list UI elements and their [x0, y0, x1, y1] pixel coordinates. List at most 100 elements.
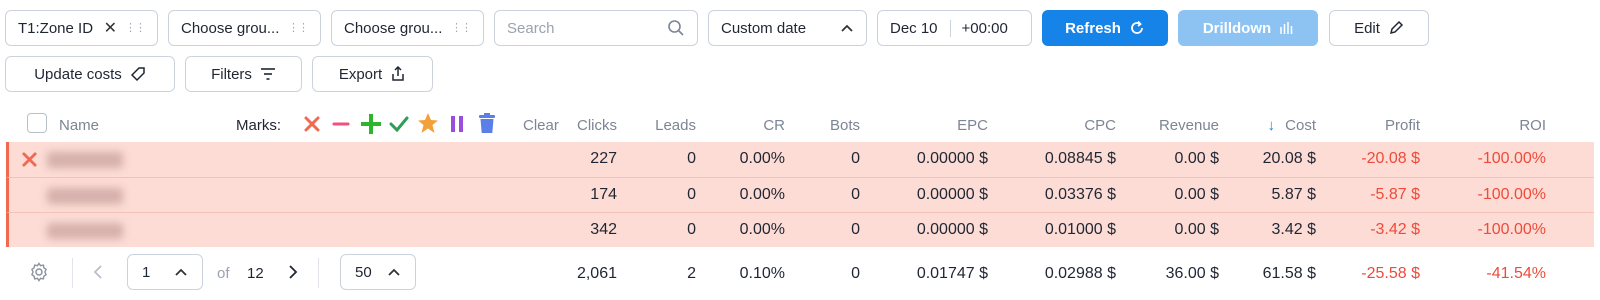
- filters-label: Filters: [211, 65, 252, 83]
- total-bots: 0: [851, 265, 860, 282]
- chevron-right-icon[interactable]: [287, 265, 299, 279]
- timezone-value[interactable]: +00:00: [951, 20, 1019, 37]
- mark-minus-icon[interactable]: [332, 115, 350, 133]
- page-number-value: 1: [142, 263, 151, 281]
- cell-leads: 0: [687, 150, 696, 167]
- group-selector-3-label: Choose grou...: [344, 19, 443, 37]
- cell-leads: 0: [687, 186, 696, 203]
- export-button[interactable]: Export: [312, 56, 433, 92]
- bar-chart-icon: [1280, 22, 1293, 34]
- col-leads[interactable]: Leads: [655, 117, 696, 134]
- group-selector-2[interactable]: Choose grou... ⋮⋮: [168, 10, 321, 46]
- cell-cr: 0.00%: [739, 186, 785, 203]
- marks-label: Marks:: [236, 117, 281, 134]
- update-costs-label: Update costs: [34, 65, 122, 83]
- drag-handle-icon[interactable]: ⋮⋮: [288, 23, 309, 34]
- gear-icon[interactable]: [29, 262, 49, 282]
- chevron-up-icon[interactable]: [174, 267, 188, 277]
- col-cr[interactable]: CR: [763, 117, 785, 134]
- page-number-input[interactable]: 1: [127, 254, 203, 290]
- refresh-icon: [1131, 20, 1143, 34]
- table-row[interactable]: 174 0 0.00% 0 0.00000 $ 0.03376 $ 0.00 $…: [6, 177, 1594, 212]
- total-revenue: 36.00 $: [1165, 265, 1219, 282]
- filter-icon: [260, 68, 275, 80]
- col-epc[interactable]: EPC: [957, 117, 988, 134]
- mark-x-icon[interactable]: [21, 151, 38, 168]
- group-selector-1[interactable]: T1:Zone ID ✕ ⋮⋮: [5, 10, 158, 46]
- refresh-button[interactable]: Refresh: [1042, 10, 1168, 46]
- cell-cpc: 0.08845 $: [1044, 150, 1116, 167]
- cell-revenue: 0.00 $: [1174, 221, 1219, 238]
- chevron-up-icon: [841, 24, 853, 32]
- mark-trash-icon[interactable]: [477, 112, 497, 134]
- col-name[interactable]: Name: [59, 117, 99, 134]
- col-cpc[interactable]: CPC: [1084, 117, 1116, 134]
- cell-epc: 0.00000 $: [916, 221, 988, 238]
- total-cr: 0.10%: [739, 265, 785, 282]
- col-bots[interactable]: Bots: [830, 117, 860, 134]
- rows-per-page-select[interactable]: 50: [340, 254, 416, 290]
- group-selector-3[interactable]: Choose grou... ⋮⋮: [331, 10, 484, 46]
- chevron-left-icon[interactable]: [92, 265, 104, 279]
- table-row[interactable]: 227 0 0.00% 0 0.00000 $ 0.08845 $ 0.00 $…: [6, 142, 1594, 177]
- cell-epc: 0.00000 $: [916, 186, 988, 203]
- share-icon: [392, 66, 404, 81]
- group-selector-1-label: T1:Zone ID: [18, 19, 94, 37]
- zone-id-redacted: [47, 188, 123, 204]
- total-cpc: 0.02988 $: [1044, 265, 1116, 282]
- tag-icon: [130, 67, 145, 82]
- cell-revenue: 0.00 $: [1174, 150, 1219, 167]
- table-row[interactable]: 342 0 0.00% 0 0.00000 $ 0.01000 $ 0.00 $…: [6, 212, 1594, 247]
- col-revenue[interactable]: Revenue: [1159, 117, 1219, 134]
- col-roi[interactable]: ROI: [1519, 117, 1546, 134]
- total-cost: 61.58 $: [1262, 265, 1316, 282]
- mark-x-icon[interactable]: [303, 115, 321, 133]
- group-selector-2-label: Choose grou...: [181, 19, 280, 37]
- filters-button[interactable]: Filters: [185, 56, 302, 92]
- drilldown-button[interactable]: Drilldown: [1178, 10, 1318, 46]
- chevron-up-icon[interactable]: [387, 267, 401, 277]
- cell-profit: -3.42 $: [1370, 221, 1420, 238]
- cell-cr: 0.00%: [739, 150, 785, 167]
- col-clicks[interactable]: Clicks: [577, 117, 617, 134]
- cell-cost: 5.87 $: [1271, 186, 1316, 203]
- cell-roi: -100.00%: [1477, 186, 1547, 203]
- zone-id-redacted: [47, 152, 123, 168]
- date-range-label: Custom date: [721, 19, 807, 37]
- cell-bots: 0: [851, 221, 860, 238]
- cell-cost: 3.42 $: [1271, 221, 1316, 238]
- date-picker[interactable]: Dec 10 +00:00: [877, 10, 1032, 46]
- drag-handle-icon[interactable]: ⋮⋮: [451, 23, 472, 34]
- cell-cr: 0.00%: [739, 221, 785, 238]
- mark-plus-icon[interactable]: [360, 113, 382, 135]
- mark-check-icon[interactable]: [389, 114, 409, 134]
- drilldown-label: Drilldown: [1202, 19, 1272, 37]
- total-leads: 2: [687, 265, 696, 282]
- cell-cpc: 0.01000 $: [1044, 221, 1116, 238]
- table-header: Name Marks: Clear Clicks Leads CR Bots E…: [0, 108, 1600, 142]
- cell-roi: -100.00%: [1477, 221, 1547, 238]
- cell-revenue: 0.00 $: [1174, 186, 1219, 203]
- pencil-icon: [1389, 20, 1403, 35]
- col-cost[interactable]: Cost: [1285, 117, 1316, 134]
- search-placeholder: Search: [507, 19, 555, 37]
- cell-cpc: 0.03376 $: [1044, 186, 1116, 203]
- date-range-select[interactable]: Custom date: [708, 10, 867, 46]
- search-input[interactable]: Search: [494, 10, 698, 46]
- total-epc: 0.01747 $: [916, 265, 988, 282]
- drag-handle-icon[interactable]: ⋮⋮: [125, 23, 146, 34]
- update-costs-button[interactable]: Update costs: [5, 56, 175, 92]
- total-pages: 12: [247, 265, 264, 282]
- total-profit: -25.58 $: [1361, 265, 1420, 282]
- close-icon[interactable]: ✕: [104, 18, 117, 38]
- edit-button[interactable]: Edit: [1329, 10, 1429, 46]
- mark-star-icon[interactable]: [417, 112, 439, 134]
- cell-clicks: 227: [590, 150, 617, 167]
- cell-roi: -100.00%: [1477, 150, 1547, 167]
- cell-clicks: 342: [590, 221, 617, 238]
- clear-marks-button[interactable]: Clear: [523, 117, 559, 134]
- mark-pause-icon[interactable]: [449, 114, 465, 134]
- cell-epc: 0.00000 $: [916, 150, 988, 167]
- col-profit[interactable]: Profit: [1385, 117, 1420, 134]
- date-value[interactable]: Dec 10: [878, 19, 951, 37]
